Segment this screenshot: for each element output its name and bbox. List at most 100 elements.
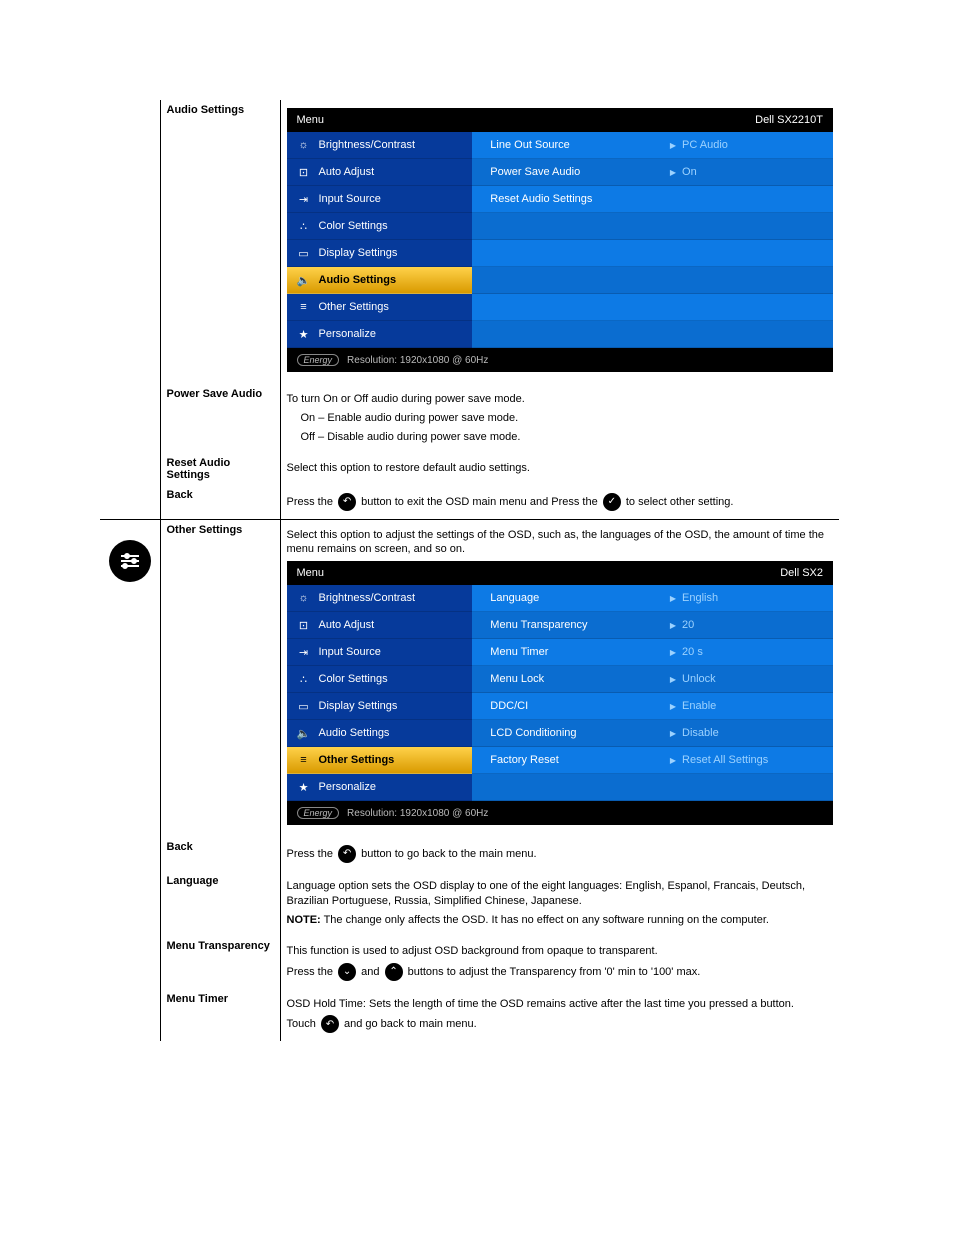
osd-left-item[interactable]: ▭Display Settings <box>287 240 473 267</box>
osd-left-item[interactable]: ⊡ Auto Adjust <box>287 612 473 639</box>
osd-left-item[interactable]: ≡Other Settings <box>287 747 473 774</box>
back-icon[interactable]: ↶ <box>338 845 356 863</box>
osd-left-label: Input Source <box>319 646 381 658</box>
osd-left-label: Auto Adjust <box>319 166 375 178</box>
osd-model: Dell SX2 <box>780 567 823 579</box>
osd-left-item[interactable]: ⊡ Auto Adjust <box>287 159 473 186</box>
osd-left-label: Other Settings <box>319 754 395 766</box>
power-save-on: On – Enable audio during power save mode… <box>301 411 834 426</box>
osd-left-label: Input Source <box>319 193 381 205</box>
osd-title: Menu <box>297 114 325 126</box>
language-desc: Language option sets the OSD display to … <box>287 879 834 909</box>
osd-option-row[interactable]: Line Out SourcePC Audio <box>472 132 833 159</box>
personalize-icon: ★ <box>295 781 313 794</box>
osd-option-label: Menu Transparency <box>480 619 670 631</box>
language-label: Language <box>167 875 219 887</box>
reset-audio-desc: Select this option to restore default au… <box>287 461 834 476</box>
osd-option-label: Menu Lock <box>480 673 670 685</box>
osd-left-item[interactable]: ▭ Display Settings <box>287 693 473 720</box>
osd-option-value: Disable <box>670 727 825 739</box>
osd-left-item[interactable]: ★Personalize <box>287 321 473 348</box>
osd-left-label: Audio Settings <box>319 274 397 286</box>
display-settings-icon: ▭ <box>295 247 313 260</box>
menu-timer-desc1: OSD Hold Time: Sets the length of time t… <box>287 997 834 1012</box>
osd-left-item[interactable]: ⇥ Input Source <box>287 186 473 213</box>
osd-option-value: PC Audio <box>670 139 825 151</box>
menu-timer-label: Menu Timer <box>167 993 229 1005</box>
osd-left-label: Audio Settings <box>319 727 390 739</box>
osd-option-label: Line Out Source <box>480 139 670 151</box>
osd-option-row[interactable]: Menu Timer20 s <box>472 639 833 666</box>
osd-left-item[interactable]: ∴ Color Settings <box>287 213 473 240</box>
energy-badge: Energy <box>297 807 340 819</box>
color-settings-icon: ∴ <box>295 673 313 686</box>
osd-option-label: LCD Conditioning <box>480 727 670 739</box>
display-settings-icon: ▭ <box>295 700 313 713</box>
auto-adjust-icon: ⊡ <box>295 166 313 179</box>
osd-resolution: Resolution: 1920x1080 @ 60Hz <box>347 808 488 819</box>
osd-left-item[interactable]: ∴ Color Settings <box>287 666 473 693</box>
osd-option-row[interactable]: Reset Audio Settings <box>472 186 833 213</box>
power-save-audio-desc: To turn On or Off audio during power sav… <box>287 392 834 407</box>
brightness-contrast-icon: ☼ <box>295 139 313 151</box>
osd-left-item[interactable]: ☼ Brightness/Contrast <box>287 585 473 612</box>
osd-option-label: Factory Reset <box>480 754 670 766</box>
osd-left-item[interactable]: ≡Other Settings <box>287 294 473 321</box>
energy-badge: Energy <box>297 354 340 366</box>
osd-option-label: Language <box>480 592 670 604</box>
osd-option-value: Reset All Settings <box>670 754 825 766</box>
ok-icon[interactable]: ✓ <box>603 493 621 511</box>
osd-left-item[interactable]: 🔈 Audio Settings <box>287 720 473 747</box>
osd-option-label: Reset Audio Settings <box>480 193 670 205</box>
osd-left-label: Auto Adjust <box>319 619 375 631</box>
osd-model: Dell SX2210T <box>755 114 823 126</box>
osd-left-label: Color Settings <box>319 673 388 685</box>
back-label-2: Back <box>167 841 193 853</box>
osd-left-label: Color Settings <box>319 220 388 232</box>
osd-option-value: 20 <box>670 619 825 631</box>
osd-left-item[interactable]: ☼ Brightness/Contrast <box>287 132 473 159</box>
color-settings-icon: ∴ <box>295 220 313 233</box>
language-note: The change only affects the OSD. It has … <box>321 914 769 926</box>
down-icon[interactable]: ⌄ <box>338 963 356 981</box>
osd-option-row[interactable]: Power Save AudioOn <box>472 159 833 186</box>
osd-left-label: Personalize <box>319 781 376 793</box>
osd-option-row[interactable]: DDC/CIEnable <box>472 693 833 720</box>
osd-manual-table: Audio Settings Menu Dell SX2210T ☼ Bright… <box>100 100 839 1041</box>
osd-left-label: Other Settings <box>319 301 389 313</box>
reset-audio-label: Reset Audio Settings <box>167 457 231 481</box>
osd-left-item[interactable]: 🔈 Audio Settings <box>287 267 473 294</box>
osd-option-row[interactable]: Menu LockUnlock <box>472 666 833 693</box>
back-icon[interactable]: ↶ <box>321 1015 339 1033</box>
osd-left-item[interactable]: ⇥ Input Source <box>287 639 473 666</box>
input-source-icon: ⇥ <box>295 193 313 206</box>
osd-option-label: Power Save Audio <box>480 166 670 178</box>
osd-option-value: On <box>670 166 825 178</box>
other-settings-label: Other Settings <box>167 524 243 536</box>
audio-settings-icon: 🔈 <box>295 727 313 740</box>
brightness-contrast-icon: ☼ <box>295 592 313 604</box>
back-icon[interactable]: ↶ <box>338 493 356 511</box>
osd-left-label: Brightness/Contrast <box>319 592 416 604</box>
menu-transparency-desc1: This function is used to adjust OSD back… <box>287 944 834 959</box>
osd-option-row[interactable]: Factory ResetReset All Settings <box>472 747 833 774</box>
osd-option-row[interactable]: Menu Transparency20 <box>472 612 833 639</box>
osd-other-settings: Menu Dell SX2 ☼Brightness/Contrast⊡Auto … <box>287 561 834 825</box>
osd-option-value: 20 s <box>670 646 825 658</box>
osd-left-label: Display Settings <box>319 700 398 712</box>
audio-settings-icon: 🔈 <box>295 274 313 287</box>
osd-left-label: Brightness/Contrast <box>319 139 416 151</box>
auto-adjust-icon: ⊡ <box>295 619 313 632</box>
osd-option-row[interactable]: LanguageEnglish <box>472 585 833 612</box>
osd-option-row[interactable]: LCD ConditioningDisable <box>472 720 833 747</box>
osd-option-label: DDC/CI <box>480 700 670 712</box>
osd-option-value: Enable <box>670 700 825 712</box>
input-source-icon: ⇥ <box>295 646 313 659</box>
up-icon[interactable]: ⌃ <box>385 963 403 981</box>
note-label: NOTE: <box>287 914 321 926</box>
back-label-1: Back <box>167 489 193 501</box>
osd-left-item[interactable]: ★ Personalize <box>287 774 473 801</box>
osd-audio-settings: Menu Dell SX2210T ☼ Brightness/Contrast ⊡ A… <box>287 108 834 372</box>
audio-settings-row-label: Audio Settings <box>167 104 245 116</box>
power-save-audio-label: Power Save Audio <box>167 388 263 400</box>
